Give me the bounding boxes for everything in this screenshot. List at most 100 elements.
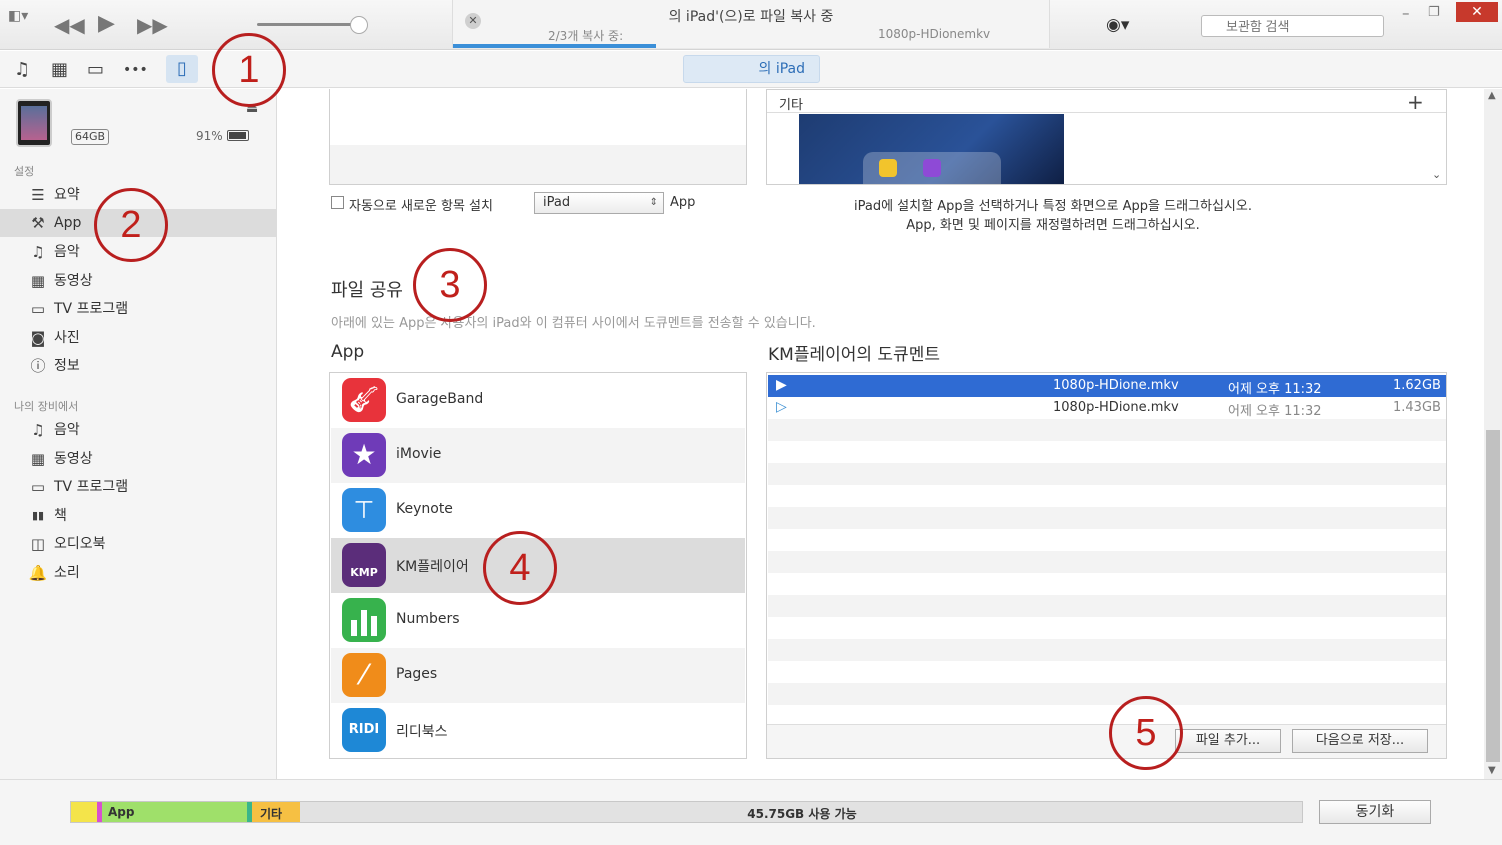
- volume-slider[interactable]: [257, 23, 359, 26]
- sidebar-item-label: TV 프로그램: [54, 479, 129, 495]
- documents-header: KM플레이어의 도큐멘트: [768, 345, 940, 365]
- device-type-select[interactable]: iPad ⇕: [534, 192, 664, 214]
- music-icon[interactable]: ♫: [14, 59, 30, 80]
- home-screen-preview[interactable]: [799, 114, 1064, 184]
- list-item[interactable]: 🎸︎ GarageBand: [331, 373, 745, 428]
- music-icon: ♫: [31, 243, 45, 261]
- empty-row: [768, 661, 1446, 683]
- sidebar-item-movies[interactable]: ▦ 동영상: [0, 267, 276, 295]
- status-bar: App 기타 45.75GB 사용 가능 동기화: [0, 779, 1502, 845]
- home-screen-panel: 기타 + ⌄: [766, 89, 1447, 185]
- storage-app-label: App: [108, 805, 135, 819]
- sidebar-item-info[interactable]: ⓘ 정보: [0, 352, 276, 380]
- table-row[interactable]: ▷ 1080p-HDione.mkv 어제 오후 11:32 1.43GB: [768, 397, 1446, 419]
- list-item[interactable]: Numbers: [331, 593, 745, 648]
- sidebar-item-photos[interactable]: ◙ 사진: [0, 324, 276, 352]
- list-item[interactable]: ⁄ Pages: [331, 648, 745, 703]
- app-suffix-label: App: [670, 195, 696, 210]
- list-item[interactable]: ★ iMovie: [331, 428, 745, 483]
- list-item[interactable]: ⊤ Keynote: [331, 483, 745, 538]
- auto-install-label: 자동으로 새로운 항목 설치: [349, 199, 493, 214]
- forward-icon[interactable]: ▶▶: [137, 15, 168, 35]
- battery-text: 91%: [196, 129, 223, 143]
- sidebar-item-label: 정보: [54, 358, 80, 374]
- rewind-icon[interactable]: ◀◀: [54, 15, 85, 35]
- empty-row: [768, 639, 1446, 661]
- empty-row: [768, 419, 1446, 441]
- sidebar-item-device-tones[interactable]: 🔔 소리: [0, 559, 276, 587]
- kmplayer-icon: KMP: [342, 543, 386, 587]
- empty-row: [768, 617, 1446, 639]
- play-icon[interactable]: ▶: [98, 13, 115, 35]
- empty-row: [768, 441, 1446, 463]
- copy-progress-text: 2/3개 복사 중:: [548, 29, 624, 43]
- volume-slider-knob[interactable]: [350, 16, 368, 34]
- table-row[interactable]: ▶ 1080p-HDione.mkv 어제 오후 11:32 1.62GB: [768, 375, 1446, 397]
- minimize-icon[interactable]: –: [1402, 3, 1410, 23]
- music-icon: ♫: [31, 421, 45, 439]
- auto-install-checkbox[interactable]: [331, 196, 344, 209]
- empty-row: [768, 463, 1446, 485]
- copy-file-name: 1080p-HDionemkv: [878, 27, 991, 41]
- book-icon: ▮▮: [31, 509, 45, 522]
- app-list-top: [329, 89, 747, 185]
- document-date: 어제 오후 11:32: [1228, 404, 1322, 419]
- save-to-button[interactable]: 다음으로 저장...: [1292, 729, 1428, 753]
- sidebar-item-device-movies[interactable]: ▦ 동영상: [0, 445, 276, 473]
- sidebar-item-device-music[interactable]: ♫ 음악: [0, 416, 276, 444]
- empty-row: [768, 683, 1446, 705]
- sidebar-item-label: 동영상: [54, 273, 93, 289]
- app-name: Keynote: [396, 501, 453, 517]
- bell-icon: 🔔: [28, 564, 48, 582]
- scroll-up-icon[interactable]: ▲: [1488, 90, 1496, 101]
- menu-icon[interactable]: ◧▾: [8, 6, 28, 26]
- other-page-label: 기타: [779, 98, 803, 113]
- settings-header: 설정: [14, 165, 35, 178]
- app-name: KM플레이어: [396, 559, 469, 575]
- sidebar-item-device-books[interactable]: ▮▮ 책: [0, 502, 276, 530]
- search-input[interactable]: [1201, 15, 1384, 37]
- copy-progress-bar: [453, 44, 656, 48]
- chevron-down-icon[interactable]: ⌄: [1432, 168, 1441, 181]
- pages-icon: ⁄: [342, 653, 386, 697]
- sidebar-item-label: 소리: [54, 565, 80, 581]
- add-file-button[interactable]: 파일 추가...: [1175, 729, 1281, 753]
- empty-row: [768, 573, 1446, 595]
- film-icon: ▦: [30, 272, 46, 290]
- add-page-icon[interactable]: +: [1407, 90, 1424, 114]
- empty-row: [768, 485, 1446, 507]
- video-file-icon: ▶: [776, 377, 787, 393]
- scrollbar-thumb[interactable]: [1486, 430, 1500, 762]
- app-name: Pages: [396, 666, 438, 682]
- account-icon[interactable]: ◉▾: [1106, 15, 1129, 35]
- file-sharing-title: 파일 공유: [331, 280, 403, 301]
- maximize-icon[interactable]: ❐: [1428, 3, 1440, 23]
- scroll-down-icon[interactable]: ▼: [1488, 765, 1496, 776]
- hint-line-1: iPad에 설치할 App을 선택하거나 특정 화면으로 App을 드래그하십시…: [854, 199, 1252, 214]
- window-close-icon[interactable]: ✕: [1456, 2, 1498, 22]
- sidebar-item-label: 사진: [54, 330, 80, 346]
- film-icon[interactable]: ▦: [51, 59, 68, 80]
- audiobook-icon: ◫: [30, 535, 46, 553]
- capacity-badge: 64GB: [71, 129, 109, 145]
- annotation-1: 1: [212, 33, 286, 107]
- empty-row: [768, 551, 1446, 573]
- annotation-2: 2: [94, 188, 168, 262]
- sidebar-item-device-tv[interactable]: ▭ TV 프로그램: [0, 473, 276, 501]
- tv-icon[interactable]: ▭: [87, 59, 104, 80]
- annotation-3: 3: [413, 248, 487, 322]
- app-name: iMovie: [396, 446, 442, 462]
- device-icon[interactable]: ▯: [166, 55, 198, 83]
- document-size: 1.62GB: [1393, 378, 1441, 393]
- list-item[interactable]: RIDI 리디북스: [331, 703, 745, 758]
- list-icon: ☰: [31, 186, 45, 204]
- device-tab[interactable]: 의 iPad: [683, 55, 820, 83]
- sync-button[interactable]: 동기화: [1319, 800, 1431, 824]
- garageband-icon: 🎸︎: [342, 378, 386, 422]
- sidebar-item-device-audiobooks[interactable]: ◫ 오디오북: [0, 530, 276, 558]
- more-icon[interactable]: •••: [123, 62, 148, 78]
- numbers-icon: [342, 598, 386, 642]
- sidebar-item-tv[interactable]: ▭ TV 프로그램: [0, 295, 276, 323]
- tv-icon: ▭: [30, 478, 46, 496]
- imovie-icon: ★: [342, 433, 386, 477]
